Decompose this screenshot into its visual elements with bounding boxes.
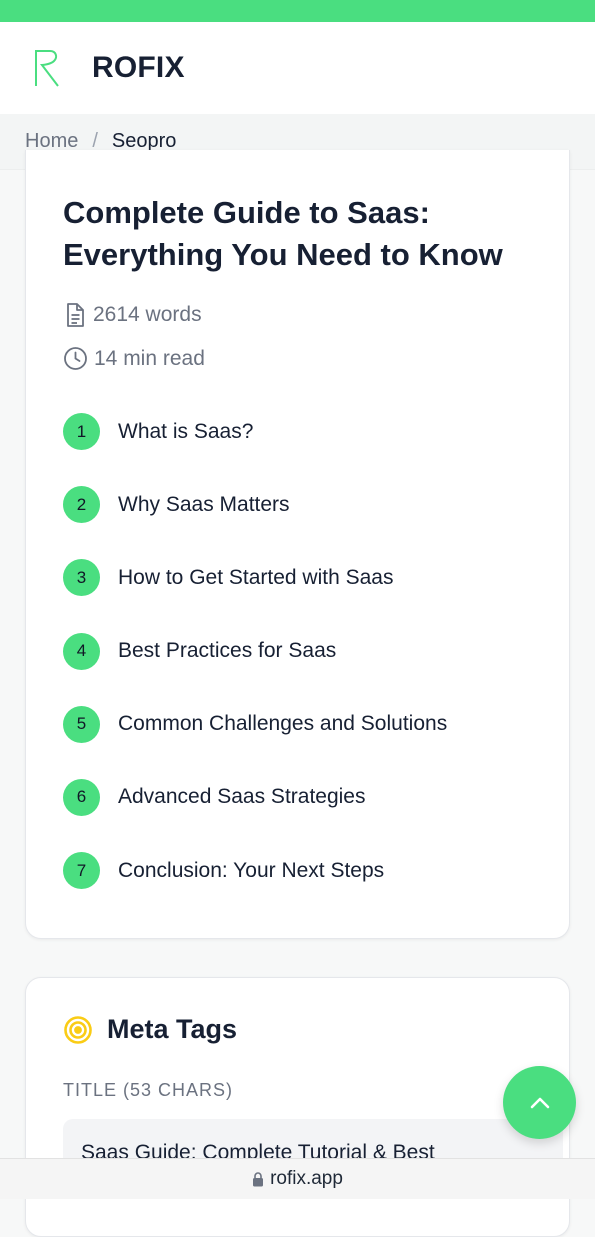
lock-icon (253, 1171, 264, 1186)
scroll-to-top-button[interactable] (503, 1066, 576, 1139)
chevron-up-icon (530, 1097, 549, 1108)
toc-item[interactable]: 4 Best Practices for Saas (63, 632, 543, 670)
page-title: Complete Guide to Saas: Everything You N… (63, 195, 503, 272)
toc-number-badge: 6 (63, 778, 100, 816)
meta-tags-heading-text: Meta Tags (107, 1014, 238, 1044)
top-accent-bar (0, 0, 595, 22)
toc-item-label[interactable]: Conclusion: Your Next Steps (118, 859, 384, 883)
table-of-contents: 1 What is Saas? 2 Why Saas Matters 3 How… (63, 413, 543, 925)
toc-item[interactable]: 5 Common Challenges and Solutions (63, 705, 543, 743)
document-icon (67, 303, 84, 327)
read-time-text: 14 min read (94, 346, 205, 370)
toc-number-badge: 5 (63, 705, 100, 743)
toc-item[interactable]: 3 How to Get Started with Saas (63, 559, 543, 597)
toc-item-label[interactable]: Advanced Saas Strategies (118, 785, 366, 809)
url-text: rofix.app (270, 1168, 343, 1189)
word-count: 2614 words (63, 302, 202, 328)
title-field-label: TITLE (53 CHARS) (63, 1080, 234, 1100)
toc-number-badge: 4 (63, 632, 100, 670)
read-time: 14 min read (63, 346, 205, 371)
toc-number-badge: 2 (63, 486, 100, 524)
meta-tags-heading: Meta Tags (63, 1014, 237, 1045)
target-icon (64, 1015, 92, 1044)
toc-item[interactable]: 7 Conclusion: Your Next Steps (63, 852, 543, 890)
toc-number-badge: 3 (63, 559, 100, 597)
rofix-logo-icon[interactable] (32, 48, 62, 88)
toc-item-label[interactable]: How to Get Started with Saas (118, 566, 393, 590)
toc-item[interactable]: 1 What is Saas? (63, 413, 543, 450)
browser-url-bar[interactable]: rofix.app (0, 1158, 595, 1199)
article-card: Complete Guide to Saas: Everything You N… (25, 150, 570, 939)
brand-name[interactable]: ROFIX (92, 51, 185, 85)
toc-number-badge: 7 (63, 852, 100, 890)
toc-item[interactable]: 6 Advanced Saas Strategies (63, 778, 543, 816)
toc-item[interactable]: 2 Why Saas Matters (63, 486, 543, 524)
clock-icon (64, 347, 87, 370)
word-count-text: 2614 words (93, 303, 202, 326)
toc-item-label[interactable]: What is Saas? (118, 420, 253, 444)
toc-item-label[interactable]: Best Practices for Saas (118, 639, 336, 663)
toc-item-label[interactable]: Why Saas Matters (118, 493, 290, 517)
site-header: ROFIX (0, 22, 595, 114)
toc-item-label[interactable]: Common Challenges and Solutions (118, 712, 447, 736)
toc-number-badge: 1 (63, 413, 100, 450)
